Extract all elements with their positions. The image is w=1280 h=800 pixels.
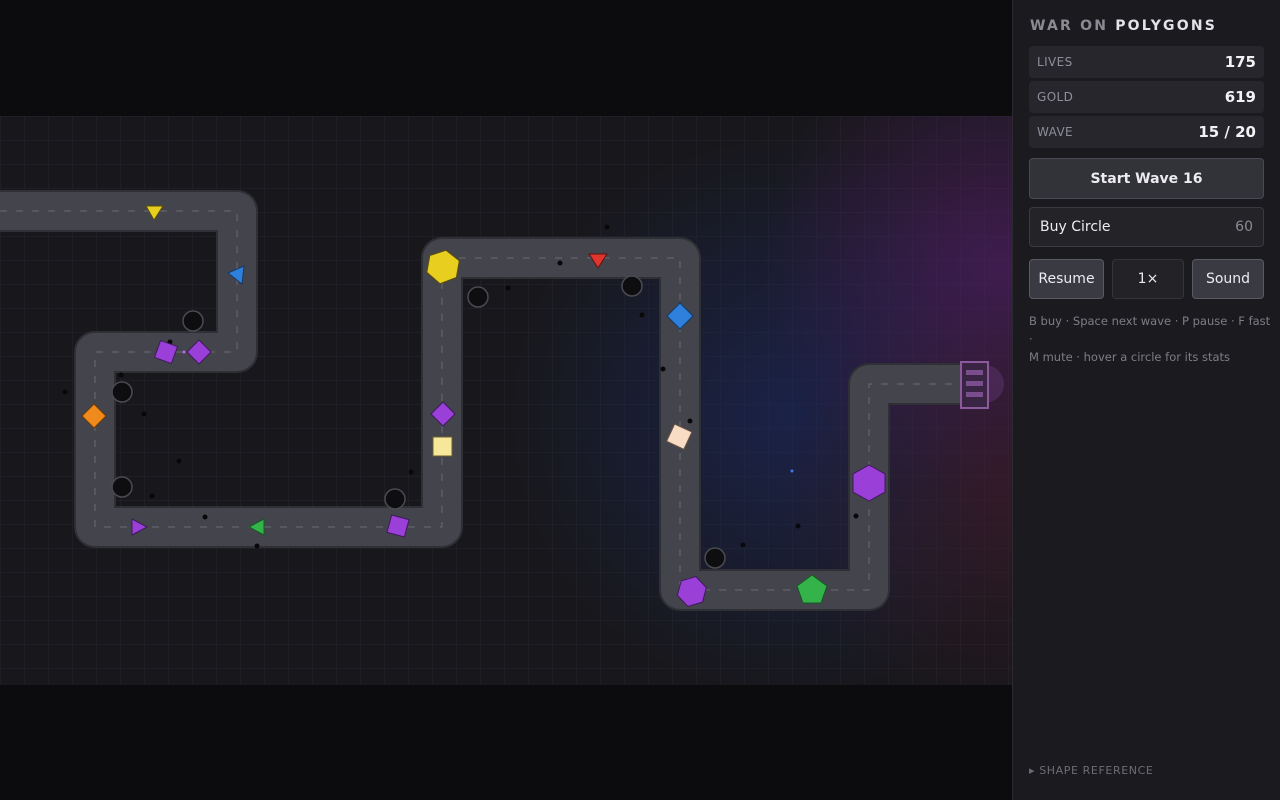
stat-lives-label: LIVES xyxy=(1037,55,1073,69)
game-title-part2: POLYGONS xyxy=(1115,18,1218,34)
enemy-square-cream xyxy=(432,436,453,457)
game-title: WAR ON POLYGONS xyxy=(1030,18,1264,34)
projectile xyxy=(740,542,746,548)
keyboard-help-line1: B buy · Space next wave · P pause · F fa… xyxy=(1029,314,1271,346)
keyboard-help: B buy · Space next wave · P pause · F fa… xyxy=(1029,312,1272,366)
stat-wave-value: 15 / 20 xyxy=(1198,123,1256,141)
tower-circle[interactable] xyxy=(111,381,133,403)
spark xyxy=(182,350,186,354)
shape-reference-toggle[interactable]: ▸ SHAPE REFERENCE xyxy=(1029,764,1153,777)
tower-circle[interactable] xyxy=(467,286,489,308)
projectile xyxy=(687,418,693,424)
projectile xyxy=(202,514,208,520)
projectile xyxy=(853,513,859,519)
keyboard-help-line2: M mute · hover a circle for its stats xyxy=(1029,350,1231,364)
buy-circle-label: Buy Circle xyxy=(1040,219,1111,235)
projectile xyxy=(660,366,666,372)
tower-circle[interactable] xyxy=(384,488,406,510)
stat-gold: GOLD 619 xyxy=(1029,81,1264,113)
projectile xyxy=(408,469,414,475)
enemy-square-purple-2 xyxy=(386,514,410,538)
projectile xyxy=(118,372,124,378)
projectile xyxy=(141,411,147,417)
projectile xyxy=(176,458,182,464)
stat-wave-label: WAVE xyxy=(1037,125,1074,139)
buy-circle-button[interactable]: Buy Circle 60 xyxy=(1029,207,1264,247)
control-row: Resume 1× Sound xyxy=(1029,259,1264,299)
projectile xyxy=(62,389,68,395)
speed-button[interactable]: 1× xyxy=(1112,259,1184,299)
projectile xyxy=(505,285,511,291)
projectile xyxy=(604,224,610,230)
buy-circle-cost: 60 xyxy=(1235,219,1253,235)
sound-button[interactable]: Sound xyxy=(1192,259,1264,299)
stat-lives-value: 175 xyxy=(1224,53,1256,71)
tower-circle[interactable] xyxy=(182,310,204,332)
projectile xyxy=(149,493,155,499)
tower-circle[interactable] xyxy=(621,275,643,297)
spark xyxy=(790,469,794,473)
app: WAR ON POLYGONS LIVES 175 GOLD 619 WAVE … xyxy=(0,0,1280,800)
projectile xyxy=(639,312,645,318)
stat-lives: LIVES 175 xyxy=(1029,46,1264,78)
sidebar: WAR ON POLYGONS LIVES 175 GOLD 619 WAVE … xyxy=(1012,0,1280,800)
stat-wave: WAVE 15 / 20 xyxy=(1029,116,1264,148)
game-board[interactable] xyxy=(0,116,1012,685)
tower-circle[interactable] xyxy=(704,547,726,569)
stat-gold-label: GOLD xyxy=(1037,90,1074,104)
tower-circle[interactable] xyxy=(111,476,133,498)
resume-button[interactable]: Resume xyxy=(1029,259,1104,299)
start-wave-button[interactable]: Start Wave 16 xyxy=(1029,158,1264,199)
game-area xyxy=(0,0,1012,800)
projectile xyxy=(795,523,801,529)
projectile xyxy=(557,260,563,266)
projectile xyxy=(254,543,260,549)
stat-gold-value: 619 xyxy=(1224,88,1256,106)
game-title-part1: WAR ON xyxy=(1030,18,1109,34)
